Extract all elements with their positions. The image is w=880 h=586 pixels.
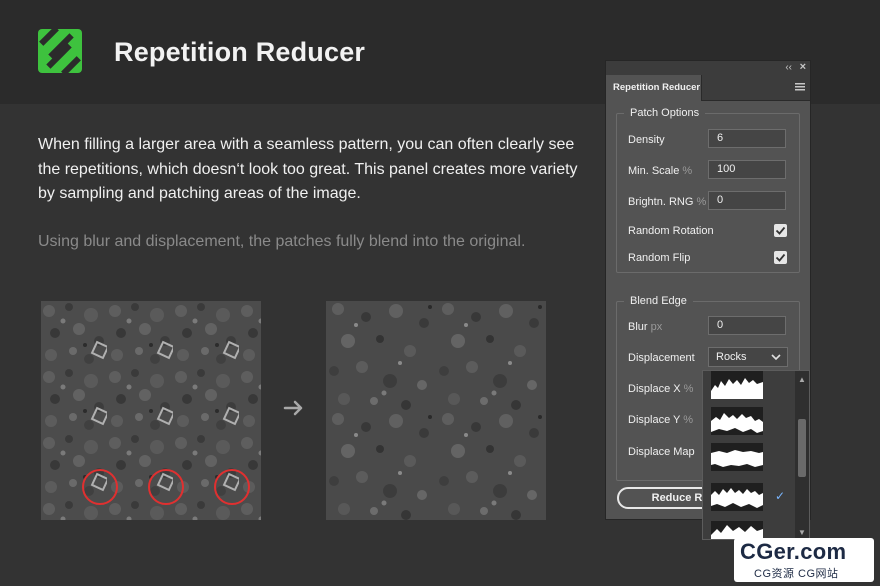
displacement-select[interactable]: Rocks bbox=[708, 347, 788, 367]
patch-options-label: Patch Options bbox=[624, 107, 706, 119]
random-flip-label: Random Flip bbox=[628, 252, 691, 264]
brightness-rng-label: Brightn. RNG % bbox=[628, 196, 707, 208]
panel-menu-icon[interactable] bbox=[795, 83, 805, 91]
watermark: CGer.com CG资源 CG网站 bbox=[734, 538, 874, 582]
scrollbar-thumb[interactable] bbox=[798, 419, 806, 477]
panel-tabbar: Repetition Reducer bbox=[606, 75, 810, 101]
panel-titlebar: ‹‹ × bbox=[606, 61, 810, 75]
dropdown-option[interactable] bbox=[711, 443, 763, 471]
blend-edge-label: Blend Edge bbox=[624, 295, 693, 307]
dropdown-option[interactable] bbox=[711, 371, 763, 399]
watermark-sub: CG资源 CG网站 bbox=[754, 568, 839, 580]
check-icon bbox=[775, 226, 786, 235]
displacement-select-value: Rocks bbox=[716, 351, 747, 363]
blur-label: Blur px bbox=[628, 321, 663, 333]
displacement-dropdown: ✓ ▲ ▼ bbox=[702, 370, 810, 540]
intro-text: When filling a larger area with a seamle… bbox=[38, 136, 578, 202]
texture-before-image bbox=[41, 301, 261, 520]
selected-check-icon: ✓ bbox=[775, 489, 786, 503]
density-field[interactable]: 6 bbox=[708, 129, 786, 148]
displace-x-label: Displace X % bbox=[628, 383, 694, 395]
close-icon[interactable]: × bbox=[800, 61, 806, 74]
page-title: Repetition Reducer bbox=[114, 37, 366, 67]
green-checker-logo-icon bbox=[38, 29, 82, 73]
scroll-up-icon[interactable]: ▲ bbox=[798, 375, 806, 384]
min-scale-field[interactable]: 100 bbox=[708, 160, 786, 179]
chevron-down-icon bbox=[771, 354, 781, 361]
blur-field[interactable]: 0 bbox=[708, 316, 786, 335]
note-text: Using blur and displacement, the patches… bbox=[38, 233, 526, 250]
random-rotation-checkbox[interactable] bbox=[774, 224, 787, 237]
min-scale-label: Min. Scale % bbox=[628, 165, 693, 177]
dropdown-scrollbar[interactable]: ▲ ▼ bbox=[795, 371, 809, 539]
arrow-right-icon bbox=[283, 400, 303, 416]
watermark-main: CGer.com bbox=[740, 539, 847, 564]
texture-after-image bbox=[326, 301, 546, 520]
dropdown-option[interactable] bbox=[711, 407, 763, 435]
brightness-rng-field[interactable]: 0 bbox=[708, 191, 786, 210]
collapse-icon[interactable]: ‹‹ bbox=[785, 62, 792, 74]
random-flip-checkbox[interactable] bbox=[774, 251, 787, 264]
density-label: Density bbox=[628, 134, 665, 146]
displace-y-label: Displace Y % bbox=[628, 414, 694, 426]
displace-map-label: Displace Map bbox=[628, 446, 695, 458]
tab-repetition-reducer[interactable]: Repetition Reducer bbox=[606, 75, 702, 101]
dropdown-option-selected[interactable] bbox=[711, 483, 763, 511]
random-rotation-label: Random Rotation bbox=[628, 225, 714, 237]
displacement-label: Displacement bbox=[628, 352, 695, 364]
scroll-down-icon[interactable]: ▼ bbox=[798, 528, 806, 537]
check-icon bbox=[775, 253, 786, 262]
